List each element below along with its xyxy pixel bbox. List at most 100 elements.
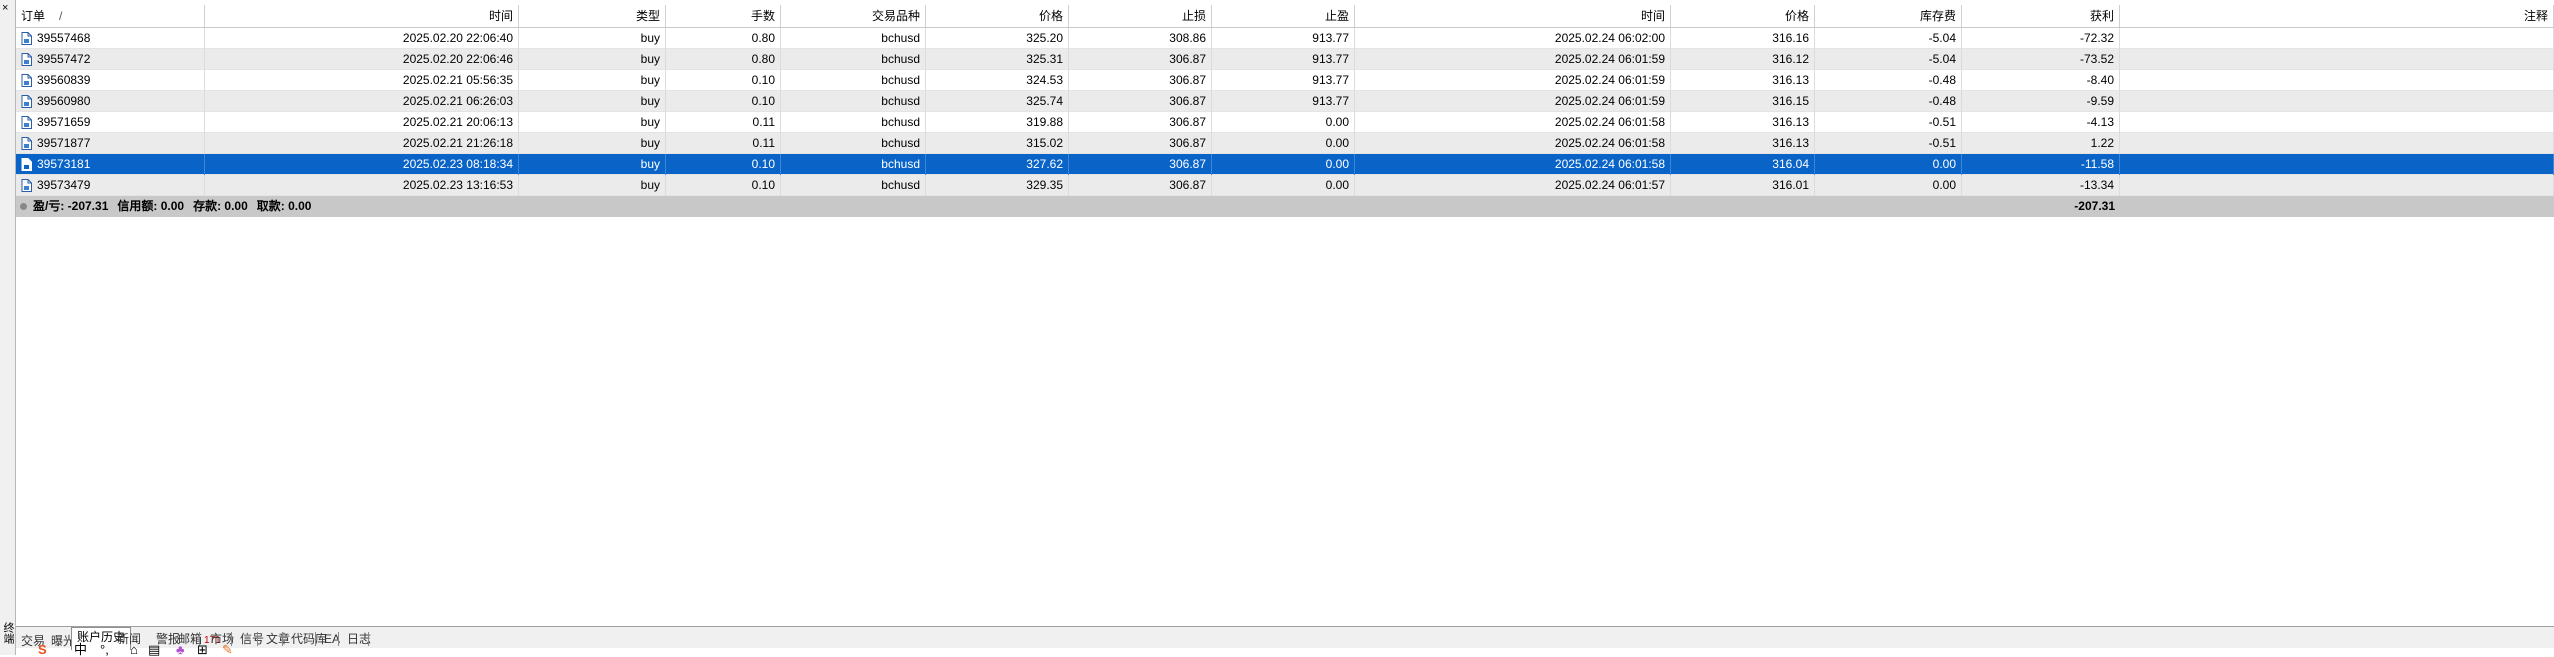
col-close-time-value: 2025.02.24 06:01:58 — [1554, 115, 1665, 129]
col-lots-cell: 0.11 — [666, 112, 781, 133]
col-swap-value: -0.48 — [1928, 73, 1956, 87]
col-stop-loss-value: 306.87 — [1169, 136, 1206, 150]
col-close-price-cell: 316.16 — [1671, 28, 1815, 49]
col-swap-cell: 0.00 — [1815, 175, 1962, 196]
col-close-price-value: 316.12 — [1772, 52, 1809, 66]
col-swap-value: -5.04 — [1928, 31, 1956, 45]
col-profit-value: -13.34 — [2079, 178, 2114, 192]
order-document-icon — [21, 32, 32, 46]
col-close-time-cell: 2025.02.24 06:02:00 — [1355, 28, 1671, 49]
col-lots-value: 0.10 — [751, 178, 775, 192]
table-row[interactable]: 39557468 2025.02.20 22:06:40 buy 0.80 bchusd… — [16, 28, 2554, 49]
col-order-value: 39560839 — [37, 73, 91, 87]
col-symbol-cell: bchusd — [781, 70, 926, 91]
header-col-close-price[interactable]: 价格 — [1671, 5, 1815, 27]
col-open-time-cell: 2025.02.21 06:26:03 — [205, 91, 519, 112]
order-document-icon — [21, 179, 32, 193]
header-col-close-time[interactable]: 时间 — [1355, 5, 1671, 27]
header-col-comment[interactable]: 注释 — [2120, 5, 2554, 27]
col-symbol-cell: bchusd — [781, 154, 926, 175]
col-profit-cell: -73.52 — [1962, 49, 2120, 70]
col-close-time-cell: 2025.02.24 06:01:58 — [1355, 112, 1671, 133]
col-symbol-cell: bchusd — [781, 175, 926, 196]
col-open-price-value: 319.88 — [1026, 115, 1063, 129]
col-order-cell: 39571877 — [16, 133, 205, 154]
table-row[interactable]: 39560980 2025.02.21 06:26:03 buy 0.10 bchusd… — [16, 91, 2554, 112]
summary-credit: 信用额: 0.00 — [117, 199, 185, 213]
header-col-symbol[interactable]: 交易品种 — [781, 5, 926, 27]
col-symbol-value: bchusd — [881, 31, 920, 45]
header-col-stop-loss[interactable]: 止损 — [1069, 5, 1212, 27]
header-col-take-profit[interactable]: 止盈 — [1212, 5, 1355, 27]
col-take-profit-cell: 0.00 — [1212, 154, 1355, 175]
table-row[interactable]: 39571659 2025.02.21 20:06:13 buy 0.11 bchusd… — [16, 112, 2554, 133]
header-col-open-time[interactable]: 时间 — [205, 5, 519, 27]
col-stop-loss-cell: 308.86 — [1069, 28, 1212, 49]
tab-11[interactable]: 日志 — [342, 630, 376, 648]
col-close-price-value: 316.13 — [1772, 73, 1809, 87]
col-profit-value: -11.58 — [2080, 157, 2114, 171]
col-lots-cell: 0.10 — [666, 154, 781, 175]
col-close-price-value: 316.04 — [1772, 157, 1809, 171]
col-open-price-cell: 324.53 — [926, 70, 1069, 91]
col-close-time-value: 2025.02.24 06:01:58 — [1554, 157, 1665, 171]
col-open-time-cell: 2025.02.21 05:56:35 — [205, 70, 519, 91]
col-close-time-value: 2025.02.24 06:01:59 — [1554, 73, 1665, 87]
col-profit-cell: -11.58 — [1962, 154, 2120, 175]
col-lots-cell: 0.10 — [666, 91, 781, 112]
header-label: 订单 — [21, 9, 46, 23]
col-symbol-cell: bchusd — [781, 28, 926, 49]
col-symbol-value: bchusd — [881, 94, 920, 108]
col-open-price-value: 325.74 — [1026, 94, 1063, 108]
col-comment-cell — [2120, 112, 2554, 133]
header-col-profit[interactable]: 获利 — [1962, 5, 2120, 27]
col-take-profit-value: 0.00 — [1325, 136, 1349, 150]
col-stop-loss-cell: 306.87 — [1069, 49, 1212, 70]
col-type-cell: buy — [519, 112, 666, 133]
header-col-lots[interactable]: 手数 — [666, 5, 781, 27]
header-col-type[interactable]: 类型 — [519, 5, 666, 27]
table-row[interactable]: 39573181 2025.02.23 08:18:34 buy 0.10 bchusd… — [16, 154, 2554, 175]
header-col-order[interactable]: 订单 / — [16, 5, 205, 27]
col-lots-value: 0.11 — [752, 136, 775, 150]
header-label: 注释 — [2523, 9, 2548, 23]
sort-indicator-icon: / — [59, 9, 63, 23]
table-row[interactable]: 39557472 2025.02.20 22:06:46 buy 0.80 bchusd… — [16, 49, 2554, 70]
col-open-time-value: 2025.02.20 22:06:40 — [402, 31, 513, 45]
col-profit-cell: -4.13 — [1962, 112, 2120, 133]
col-order-value: 39573479 — [37, 178, 91, 192]
col-type-value: buy — [640, 73, 660, 87]
terminal-label: 终端 — [2, 622, 14, 644]
table-row[interactable]: 39560839 2025.02.21 05:56:35 buy 0.10 bchusd… — [16, 70, 2554, 91]
col-stop-loss-cell: 306.87 — [1069, 70, 1212, 91]
header-col-open-price[interactable]: 价格 — [926, 5, 1069, 27]
col-close-price-cell: 316.13 — [1671, 133, 1815, 154]
col-open-price-cell: 325.20 — [926, 28, 1069, 49]
table-row[interactable]: 39573479 2025.02.23 13:16:53 buy 0.10 bchusd… — [16, 175, 2554, 196]
col-order-value: 39557472 — [37, 52, 91, 66]
history-table: 订单 / 时间 类型 手数 交易品种 价格 止损 止盈 时间 价格 库存费 获利 注释 39557468 2… — [16, 5, 2554, 217]
table-row[interactable]: 39571877 2025.02.21 21:26:18 buy 0.11 bchusd… — [16, 133, 2554, 154]
col-open-time-cell: 2025.02.21 21:26:18 — [205, 133, 519, 154]
col-order-value: 39571877 — [37, 136, 91, 150]
col-type-cell: buy — [519, 175, 666, 196]
close-icon[interactable]: × — [2, 2, 8, 14]
header-col-swap[interactable]: 库存费 — [1815, 5, 1962, 27]
col-order-value: 39560980 — [37, 94, 91, 108]
col-profit-value: -4.13 — [2086, 115, 2114, 129]
col-stop-loss-cell: 306.87 — [1069, 133, 1212, 154]
ime-toolbar: S 中 °, ⌂ ▤ ♣ ⊞ ✎ — [16, 643, 316, 657]
col-order-value: 39557468 — [37, 31, 91, 45]
col-swap-cell: -0.48 — [1815, 70, 1962, 91]
col-order-cell: 39573479 — [16, 175, 205, 196]
col-profit-value: 1.22 — [2090, 136, 2114, 150]
col-swap-cell: -0.51 — [1815, 133, 1962, 154]
summary-pl: 盈/亏: -207.31 — [33, 199, 109, 213]
col-close-price-value: 316.01 — [1772, 178, 1809, 192]
col-take-profit-cell: 913.77 — [1212, 70, 1355, 91]
col-profit-value: -8.40 — [2086, 73, 2114, 87]
col-swap-cell: 0.00 — [1815, 154, 1962, 175]
summary-text: 盈/亏: -207.31 信用额: 0.00 存款: 0.00 取款: 0.00 — [16, 196, 320, 217]
col-comment-cell — [2120, 70, 2554, 91]
summary-total-profit: -207.31 — [2074, 199, 2115, 213]
